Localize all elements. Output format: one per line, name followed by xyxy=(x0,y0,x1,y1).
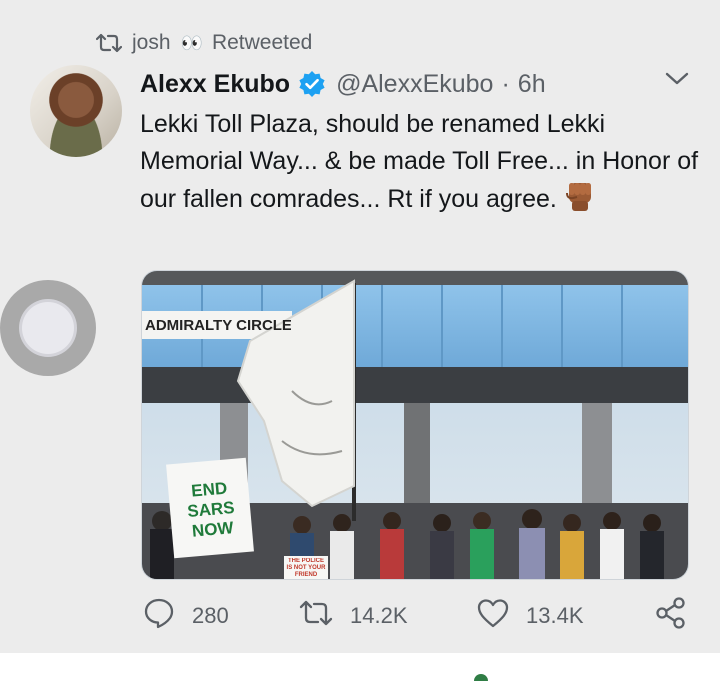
heart-icon xyxy=(476,597,510,635)
next-item-strip xyxy=(0,653,720,681)
police-banner: THE POLICE IS NOT YOUR FRIEND xyxy=(286,558,326,578)
tweet-media-photo[interactable]: ADMIRALTY CIRCLE END SARS NOW THE POLICE… xyxy=(141,270,689,580)
share-icon xyxy=(654,596,688,636)
tweet-time[interactable]: 6h xyxy=(518,70,546,99)
reply-count: 280 xyxy=(192,603,229,628)
reply-icon xyxy=(142,596,176,636)
retweeter-name[interactable]: josh xyxy=(132,31,171,55)
tweet-actions: 280 14.2K 13.4K xyxy=(140,596,700,636)
retweet-small-icon xyxy=(96,32,122,54)
tweet-body: Lekki Toll Plaza, should be renamed Lekk… xyxy=(140,110,699,213)
retweet-count: 14.2K xyxy=(350,603,408,628)
share-button[interactable] xyxy=(654,596,688,636)
tweet-card[interactable]: josh 👀 Retweeted Alexx Ekubo @AlexxEkubo… xyxy=(0,0,720,653)
placard-line-3: NOW xyxy=(191,518,235,541)
floating-assistive-button[interactable] xyxy=(0,280,96,376)
retweet-button[interactable]: 14.2K xyxy=(298,596,408,636)
author-handle[interactable]: @AlexxEkubo xyxy=(336,70,493,99)
partial-avatar-icon xyxy=(474,674,488,681)
reply-button[interactable]: 280 xyxy=(142,596,229,636)
retweet-context: josh 👀 Retweeted xyxy=(96,28,312,58)
end-sars-placard: END SARS NOW xyxy=(169,464,252,556)
author-name[interactable]: Alexx Ekubo xyxy=(140,70,290,99)
tweet-text: Lekki Toll Plaza, should be renamed Lekk… xyxy=(140,106,700,218)
eyes-emoji-icon: 👀 xyxy=(180,32,203,53)
retweeted-label: Retweeted xyxy=(211,31,313,54)
tweet-header: Alexx Ekubo @AlexxEkubo · 6h xyxy=(140,66,546,102)
like-button[interactable]: 13.4K xyxy=(476,596,584,636)
like-count: 13.4K xyxy=(526,603,584,628)
verified-badge-icon xyxy=(298,70,326,98)
chevron-down-icon[interactable] xyxy=(664,70,690,93)
admiralty-circle-sign: ADMIRALTY CIRCLE xyxy=(145,317,291,334)
separator-dot: · xyxy=(501,69,510,98)
retweet-icon xyxy=(298,598,334,634)
raised-fist-icon xyxy=(563,179,597,213)
author-avatar[interactable] xyxy=(30,65,122,157)
